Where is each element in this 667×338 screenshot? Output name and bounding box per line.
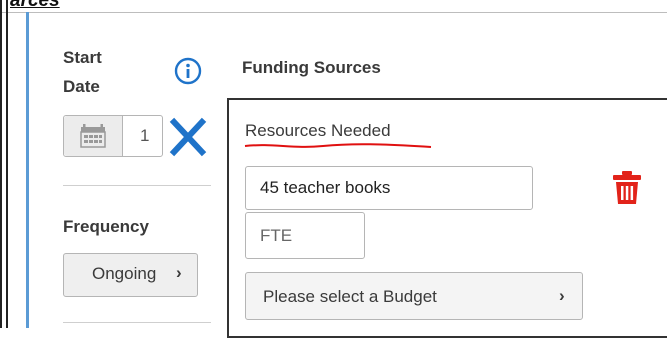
top-divider <box>0 12 667 13</box>
start-date-label: Start Date <box>63 48 102 96</box>
calendar-icon <box>80 124 106 148</box>
resources-needed-label: Resources Needed <box>245 121 391 140</box>
calendar-button[interactable] <box>64 116 123 156</box>
funding-sources-label: Funding Sources <box>242 58 381 77</box>
budget-select[interactable]: Please select a Budget › <box>245 272 583 320</box>
frequency-select[interactable]: Ongoing › <box>63 253 198 297</box>
info-icon[interactable] <box>173 56 203 86</box>
accent-bar <box>26 12 29 328</box>
close-icon[interactable] <box>169 117 207 157</box>
chevron-right-icon: › <box>559 286 565 305</box>
start-date-picker[interactable]: 1 <box>63 115 163 157</box>
window-edge <box>0 0 2 328</box>
window-edge-inner <box>6 0 8 328</box>
section-heading: arces <box>10 0 60 11</box>
fte-input[interactable] <box>245 212 365 259</box>
start-date-value[interactable]: 1 <box>140 126 149 146</box>
budget-placeholder: Please select a Budget <box>263 287 437 306</box>
frequency-value: Ongoing <box>92 264 157 283</box>
divider <box>63 322 211 323</box>
chevron-right-icon: › <box>176 263 182 282</box>
resources-needed-input[interactable] <box>245 166 533 210</box>
frequency-label: Frequency <box>63 217 149 236</box>
annotation-underline <box>244 143 432 148</box>
trash-icon[interactable] <box>611 170 643 206</box>
divider <box>63 185 211 186</box>
